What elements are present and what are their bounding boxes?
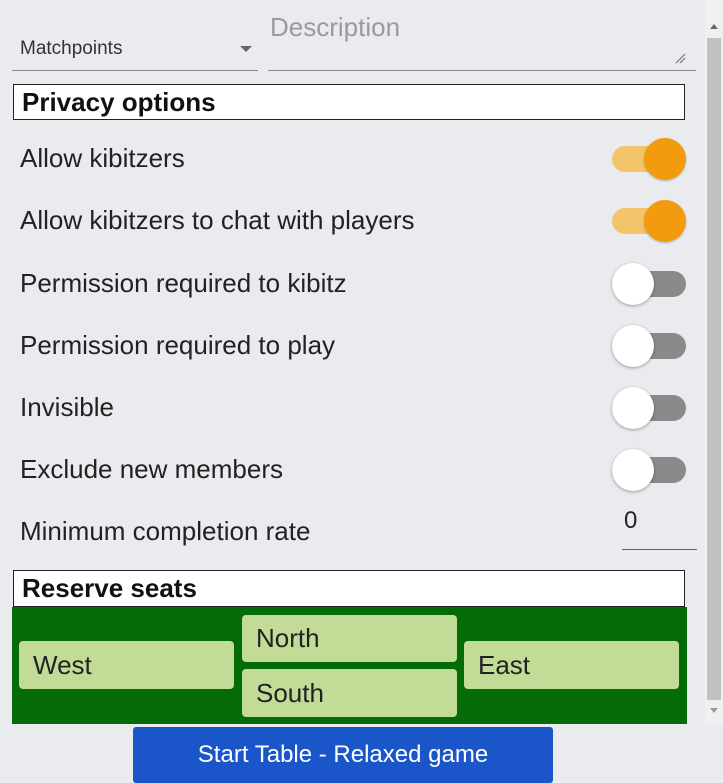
allow-kibitzers-toggle[interactable] <box>612 138 688 180</box>
option-label: Allow kibitzers to chat with players <box>20 205 415 235</box>
privacy-options-header: Privacy options <box>13 84 685 120</box>
permission-kibitz-toggle[interactable] <box>612 263 688 305</box>
scroll-down-arrow-icon[interactable] <box>710 708 718 713</box>
seat-north-button[interactable]: North <box>242 615 457 662</box>
toggle-knob <box>612 449 654 491</box>
description-placeholder: Description <box>270 12 401 42</box>
option-label: Invisible <box>20 392 114 422</box>
seat-west-button[interactable]: West <box>19 641 234 689</box>
toggle-knob <box>644 200 686 242</box>
toggle-knob <box>612 325 654 367</box>
toggle-knob <box>644 138 686 180</box>
permission-play-toggle[interactable] <box>612 325 688 367</box>
reserve-seats-area: West North South East <box>12 607 687 724</box>
reserve-seats-header: Reserve seats <box>13 570 685 607</box>
table-options-panel: Matchpoints Description Privacy options … <box>0 0 705 725</box>
allow-kibitzer-chat-toggle[interactable] <box>612 200 688 242</box>
start-table-button[interactable]: Start Table - Relaxed game <box>133 727 553 783</box>
seat-east-button[interactable]: East <box>464 641 679 689</box>
scoring-select-value: Matchpoints <box>20 38 123 59</box>
resize-handle-icon[interactable] <box>674 52 686 64</box>
toggle-knob <box>612 387 654 429</box>
exclude-new-members-toggle[interactable] <box>612 449 688 491</box>
scoring-select[interactable]: Matchpoints <box>12 30 258 71</box>
toggle-knob <box>612 263 654 305</box>
option-label: Allow kibitzers <box>20 143 185 173</box>
option-label: Permission required to play <box>20 330 336 360</box>
scroll-up-arrow-icon[interactable] <box>710 24 718 29</box>
option-label: Exclude new members <box>20 454 283 484</box>
vertical-scrollbar[interactable] <box>705 0 723 725</box>
seat-south-button[interactable]: South <box>242 669 457 717</box>
scrollbar-thumb[interactable] <box>707 38 721 700</box>
minimum-completion-value: 0 <box>624 507 638 534</box>
minimum-completion-label: Minimum completion rate <box>20 516 311 546</box>
chevron-down-icon <box>240 46 252 52</box>
description-textarea[interactable]: Description <box>268 0 696 71</box>
option-label: Permission required to kibitz <box>20 268 347 298</box>
minimum-completion-input[interactable]: 0 <box>622 505 697 550</box>
invisible-toggle[interactable] <box>612 387 688 429</box>
